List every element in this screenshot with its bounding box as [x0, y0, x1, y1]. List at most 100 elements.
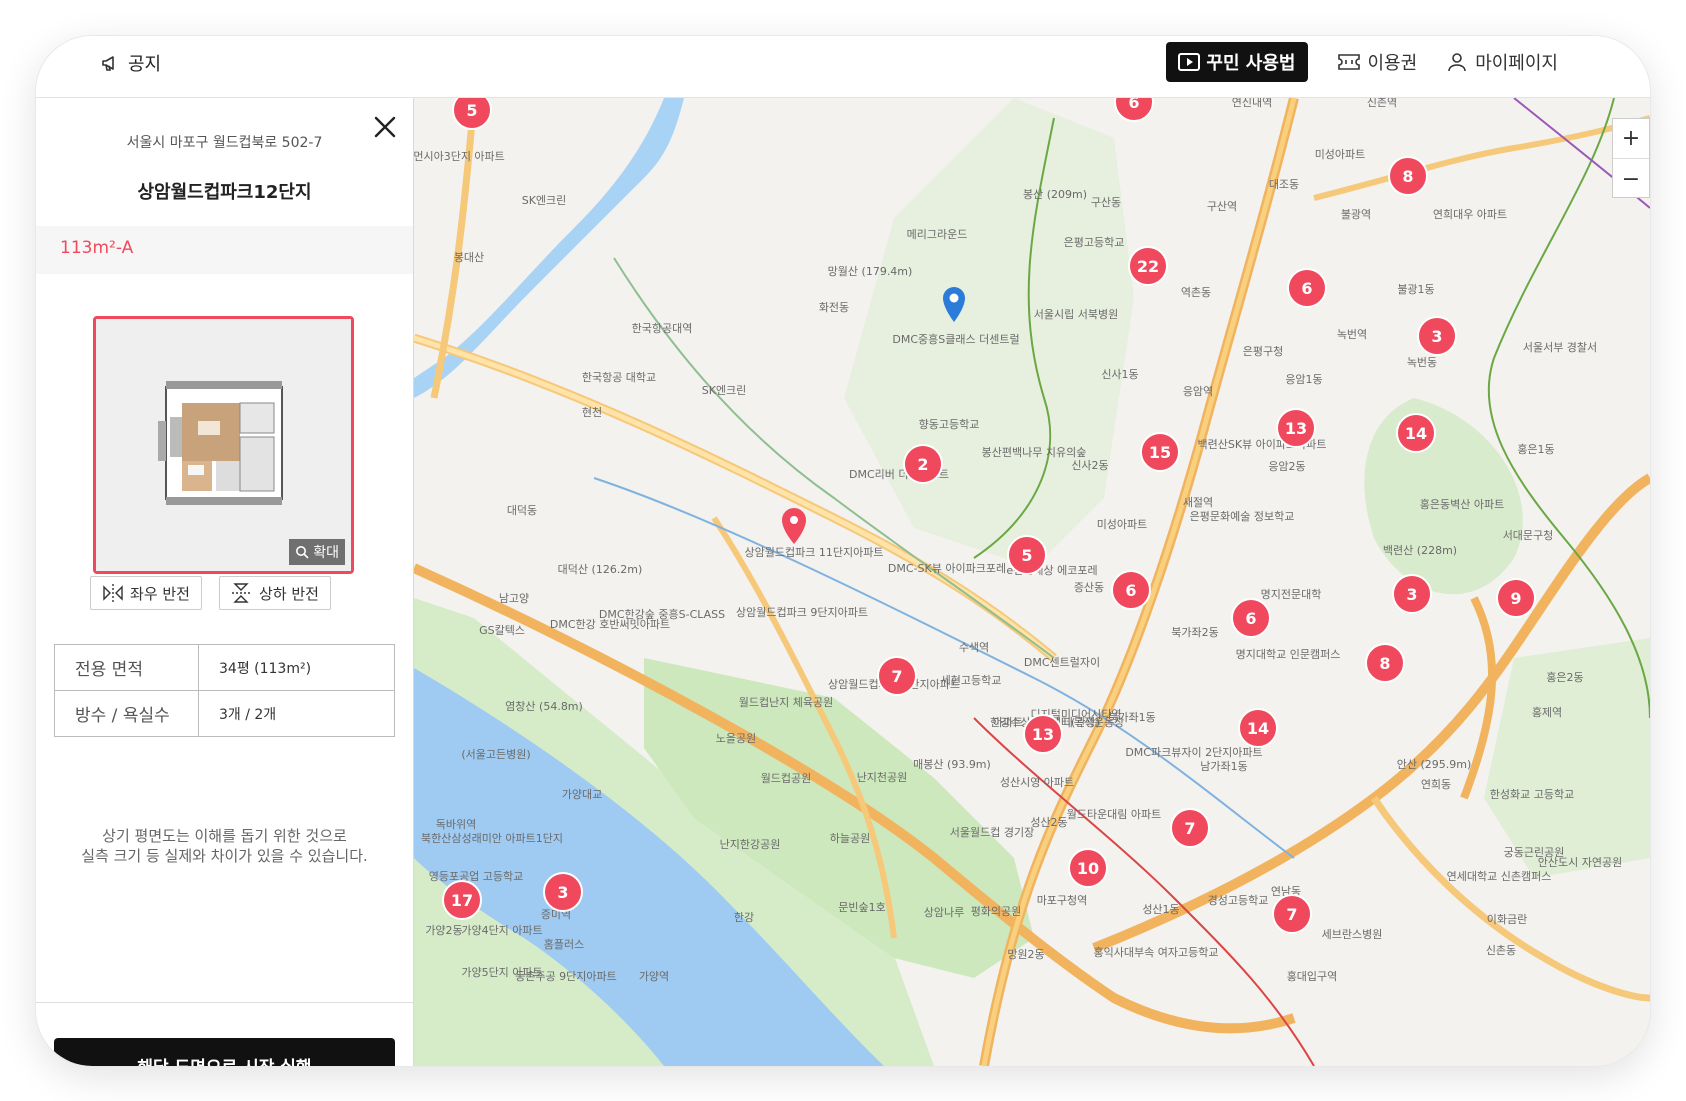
map-view[interactable]: 휴먼시아3단지 아파트SK엔크린봉대산한국항공대역한국항공 대학교SK엔크린현천… [414, 98, 1650, 1066]
map-cluster-22[interactable]: 3 [543, 872, 583, 912]
map-place-label: 문빈숲1호 [838, 901, 885, 914]
map-place-label: 현천 [582, 405, 602, 419]
map-place-label: 독바위역 [436, 818, 476, 831]
map-cluster-24[interactable]: 7 [1272, 894, 1312, 934]
disclaimer-line: 실측 크기 등 실제와 차이가 있을 수 있습니다. [81, 847, 368, 865]
guide-label: 꾸민 사용법 [1206, 53, 1296, 74]
map-cluster-5[interactable]: 6 [1287, 268, 1327, 308]
cluster-count: 7 [1286, 905, 1297, 924]
map-place-label: 화전동 [819, 301, 849, 314]
mypage-link[interactable]: 마이페이지 [1447, 42, 1558, 82]
cluster-count: 13 [1032, 725, 1054, 744]
map-cluster-12[interactable]: 6 [1111, 570, 1151, 610]
map-place-label: 미성아파트 [1315, 148, 1366, 161]
map-place-label: 명지대학교 인문캠퍼스 [1236, 648, 1341, 661]
start-with-floorplan-button[interactable]: 해당 도면으로 시작 실행 [54, 1038, 395, 1066]
map-cluster-6[interactable]: 3 [1417, 316, 1457, 356]
map-cluster-9[interactable]: 13 [1276, 408, 1316, 448]
cluster-count: 8 [1379, 654, 1390, 673]
cluster-count: 5 [466, 101, 477, 120]
map-place-label: 노을공원 [716, 732, 756, 745]
map-place-label: 연세대학교 신촌캠퍼스 [1447, 870, 1552, 883]
map-cluster-3[interactable]: 8 [1388, 156, 1428, 196]
cluster-count: 6 [1245, 609, 1256, 628]
magnifier-icon [296, 546, 309, 559]
map-place-label: DMC파크뷰자이 2단지아파트 [1125, 746, 1262, 759]
map-cluster-1[interactable]: 5 [452, 98, 492, 130]
map-place-label: DMC중흥S클래스 더센트럴 [892, 332, 1019, 346]
map-cluster-20[interactable]: 10 [1068, 848, 1108, 888]
map-place-label: 녹번동 [1407, 356, 1437, 369]
map-place-label: 한국항공 대학교 [582, 371, 656, 384]
map-place-label: 녹번역 [1337, 328, 1367, 341]
map-cluster-17[interactable]: 8 [1365, 643, 1405, 683]
flip-vertical-button[interactable]: 상하 반전 [219, 576, 331, 610]
map-place-label: 가양2동 [425, 924, 462, 937]
flip-horizontal-icon [103, 584, 123, 602]
map-cluster-21[interactable]: 7 [1170, 808, 1210, 848]
cluster-count: 13 [1285, 419, 1307, 438]
notice-link[interactable]: 공지 [100, 50, 161, 76]
map-place-label: 안산도시 자연공원 [1538, 856, 1622, 869]
map-place-label: 상암월드컵파크 9단지아파트 [736, 606, 868, 619]
map-cluster-18[interactable]: 13 [1023, 714, 1063, 754]
unit-type-label: 113m²-A [60, 238, 134, 258]
spec-value: 3개 / 2개 [198, 690, 395, 737]
map-place-label: 가양역 [639, 970, 669, 983]
top-nav: 꾸민 사용법 이용권 마이페이지 [1166, 42, 1558, 82]
map-cluster-13[interactable]: 3 [1392, 574, 1432, 614]
flip-vertical-icon [232, 583, 253, 603]
map-cluster-19[interactable]: 14 [1238, 708, 1278, 748]
map-place-label: 명지전문대학 [1261, 588, 1322, 601]
map-place-label: 응암역 [1183, 385, 1213, 398]
map-cluster-10[interactable]: 14 [1396, 413, 1436, 453]
map-place-label: 홍익사대부속 여자고등학교 [1094, 945, 1219, 959]
map-cluster-14[interactable]: 6 [1231, 598, 1271, 638]
map-cluster-15[interactable]: 9 [1496, 578, 1536, 618]
cluster-count: 15 [1149, 443, 1171, 462]
zoom-in-button[interactable]: + [1613, 119, 1649, 159]
cluster-count: 6 [1128, 98, 1139, 112]
map-place-label: 마포구청역 [1037, 894, 1088, 907]
megaphone-icon [102, 56, 114, 71]
map-cluster-7[interactable]: 2 [903, 444, 943, 484]
map-place-label: 봉산 (209m) [1023, 188, 1087, 201]
cluster-count: 17 [451, 891, 473, 910]
map-place-label: 연희대우 아파트 [1433, 208, 1507, 221]
map-place-label: 증산동 [1074, 581, 1104, 594]
complex-address: 서울시 마포구 월드컵북로 502-7 [126, 135, 323, 151]
pass-label: 이용권 [1367, 53, 1418, 74]
map-place-label: 서울시립 서북병원 [1034, 308, 1118, 321]
zoom-out-button[interactable]: − [1613, 159, 1649, 199]
cluster-count: 14 [1405, 424, 1427, 443]
spec-key: 전용 면적 [54, 644, 199, 691]
map-place-label: 메리그라운드 [907, 228, 968, 241]
pass-link[interactable]: 이용권 [1337, 42, 1418, 82]
map-cluster-8[interactable]: 15 [1140, 432, 1180, 472]
map-place-label: 성산2동 [1030, 816, 1067, 829]
cluster-count: 2 [917, 455, 928, 474]
map-cluster-4[interactable]: 22 [1128, 246, 1168, 286]
cluster-count: 10 [1077, 859, 1099, 878]
zoom-button[interactable]: 확대 [289, 539, 345, 565]
map-place-label: 난지한강공원 [720, 838, 781, 851]
map-place-label: 홍대입구역 [1287, 969, 1338, 983]
map-place-label: 구산동 [1091, 196, 1121, 209]
map-cluster-16[interactable]: 7 [877, 656, 917, 696]
complex-name: 상암월드컵파크12단지 [137, 182, 312, 203]
unit-type-row[interactable]: 113m²-A [36, 226, 413, 274]
map-place-label: 봉대산 [454, 251, 484, 264]
top-bar: 공지 꾸민 사용법 이용권 마이페이지 [36, 36, 1650, 98]
map-place-label: 월드컵공원 [761, 772, 812, 785]
map-canvas[interactable]: 휴먼시아3단지 아파트SK엔크린봉대산한국항공대역한국항공 대학교SK엔크린현천… [414, 98, 1650, 1066]
floorplan-preview[interactable]: 확대 [93, 316, 354, 574]
map-cluster-23[interactable]: 17 [442, 880, 482, 920]
map-place-label: 망월산 (179.4m) [828, 265, 913, 278]
map-place-label: 한국항공대역 [632, 322, 693, 335]
flip-horizontal-button[interactable]: 좌우 반전 [90, 576, 202, 610]
cluster-count: 14 [1247, 719, 1269, 738]
divider [36, 1002, 413, 1003]
cluster-count: 8 [1402, 167, 1413, 186]
guide-button[interactable]: 꾸민 사용법 [1166, 42, 1308, 82]
map-cluster-11[interactable]: 5 [1007, 535, 1047, 575]
